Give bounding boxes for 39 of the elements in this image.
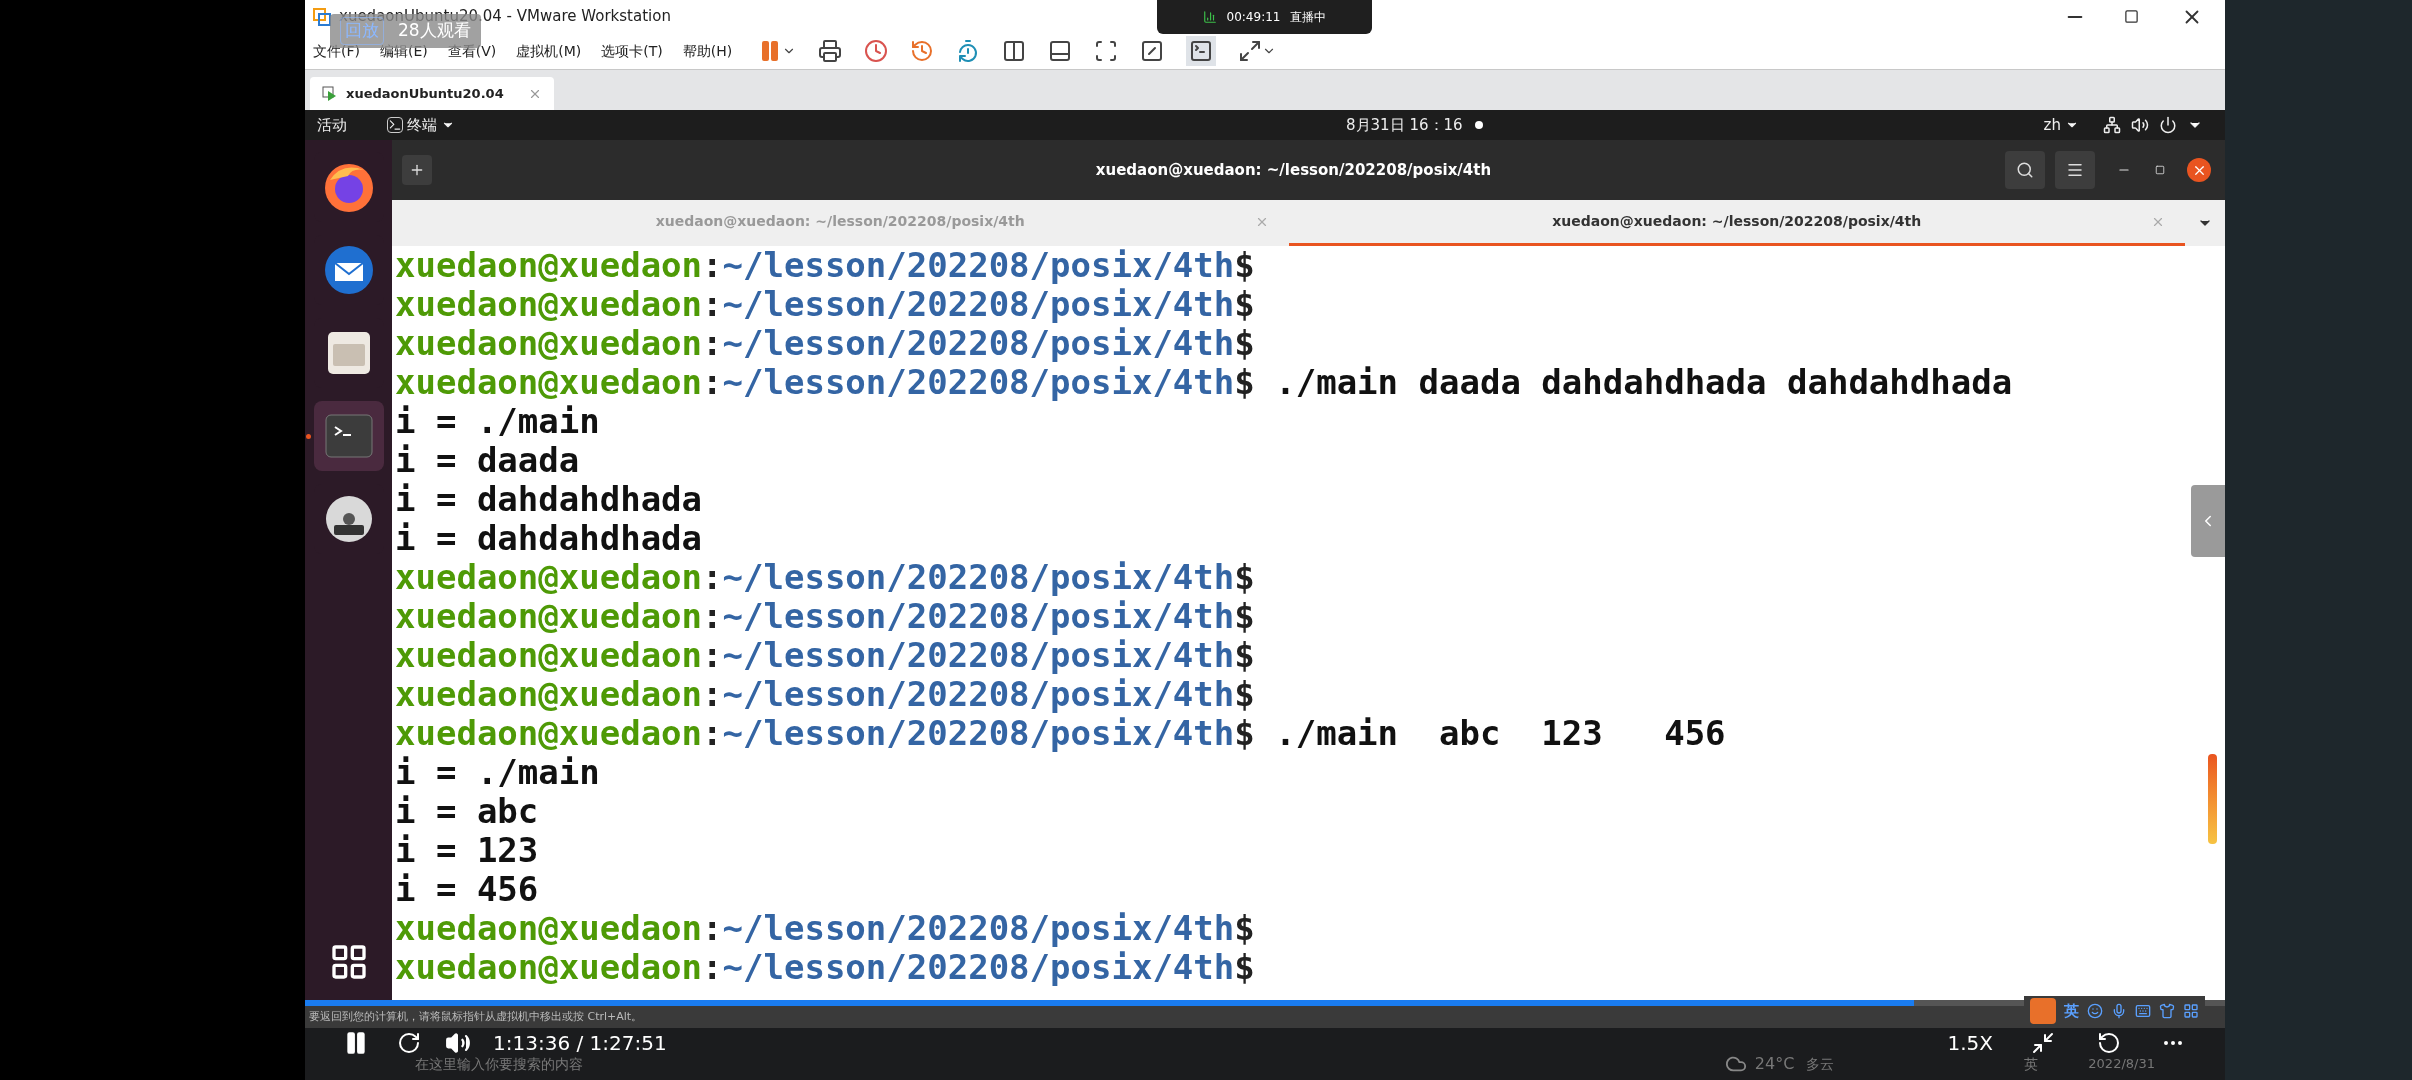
terminal-line: xuedaon@xuedaon:~/lesson/202208/posix/4th$ — [395, 324, 1255, 363]
terminal-line: xuedaon@xuedaon:~/lesson/202208/posix/4th$ — [395, 675, 1255, 714]
temperature: 24°C — [1754, 1053, 1795, 1075]
menu-item[interactable]: 帮助(H) — [682, 40, 733, 62]
ime-mode[interactable]: 英 — [2064, 999, 2079, 1023]
viewer-count: 28人观看 — [398, 20, 471, 43]
terminal-line: xuedaon@xuedaon:~/lesson/202208/posix/4th$ — [395, 948, 1255, 987]
vm-tab[interactable]: xuedaonUbuntu20.04 — [310, 77, 554, 110]
clock[interactable]: 8月31日 16：16 — [1346, 113, 1463, 137]
menu-item[interactable]: 查看(V) — [447, 40, 497, 62]
live-time: 00:49:11 — [1226, 9, 1281, 26]
terminal-line: i = abc — [395, 792, 539, 831]
terminal-line: i = 456 — [395, 870, 539, 909]
app-menu[interactable]: 终端 — [407, 113, 437, 137]
terminal-line: xuedaon@xuedaon:~/lesson/202208/posix/4th$ — [395, 636, 1255, 675]
terminal-line: i = ./main — [395, 402, 600, 441]
terminal-line: xuedaon@xuedaon:~/lesson/202208/posix/4th$ ./main abc 123 456 — [395, 714, 1726, 753]
taskbar-date[interactable]: 2022/8/31 — [2088, 1054, 2155, 1074]
menu-item[interactable]: 虚拟机(M) — [516, 40, 582, 62]
terminal-line: i = dahdahdhada — [395, 480, 703, 519]
terminal-line: xuedaon@xuedaon:~/lesson/202208/posix/4th$ — [395, 246, 1255, 285]
live-status: 直播中 — [1290, 9, 1327, 26]
status-hint: 要返回到您的计算机，请将鼠标指针从虚拟机中移出或按 Ctrl+Alt。 — [309, 1008, 643, 1025]
terminal-line: xuedaon@xuedaon:~/lesson/202208/posix/4th$ — [395, 909, 1255, 948]
terminal-line: i = dahdahdhada — [395, 519, 703, 558]
terminal-line: xuedaon@xuedaon:~/lesson/202208/posix/4th$ — [395, 285, 1255, 324]
speed-button[interactable]: 1.5X — [1947, 1028, 1993, 1058]
terminal-line: xuedaon@xuedaon:~/lesson/202208/posix/4th$ — [395, 558, 1255, 597]
terminal-line: xuedaon@xuedaon:~/lesson/202208/posix/4th$ — [395, 597, 1255, 636]
terminal-title: xuedaon@xuedaon: ~/lesson/202208/posix/4th — [1094, 159, 1493, 181]
terminal-line: i = ./main — [395, 753, 600, 792]
terminal-line: i = 123 — [395, 831, 539, 870]
weather-text: 多云 — [1806, 1054, 1835, 1074]
input-method-menu[interactable]: zh — [2043, 113, 2061, 137]
activities-button[interactable]: 活动 — [317, 113, 347, 137]
terminal-line: xuedaon@xuedaon:~/lesson/202208/posix/4th$ ./main daada dahdahdhada dahdahdhada — [395, 363, 2013, 402]
input-language[interactable]: 英 — [2024, 1053, 2039, 1075]
terminal-line: i = daada — [395, 441, 580, 480]
menu-item[interactable]: 选项卡(T) — [601, 40, 663, 62]
